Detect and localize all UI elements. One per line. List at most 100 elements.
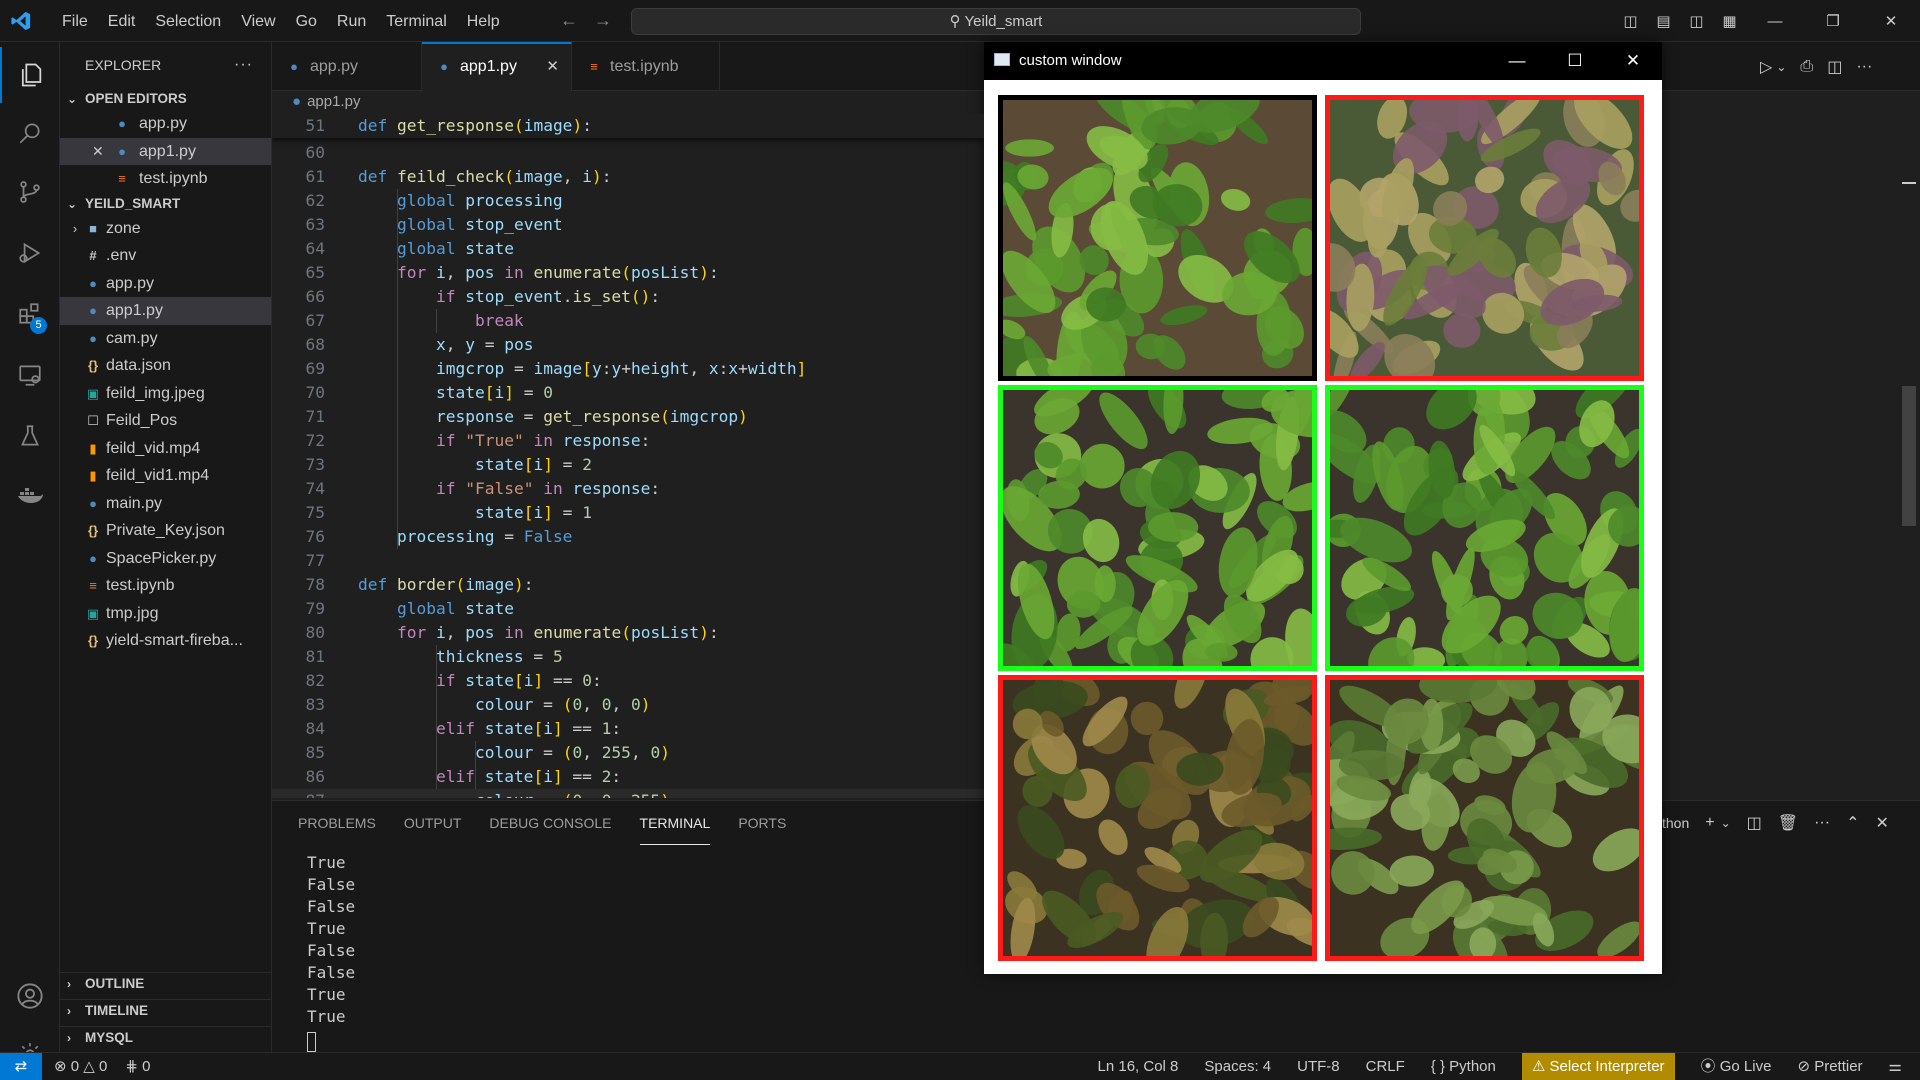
bell-icon[interactable]: ⚌ [1889,1053,1902,1080]
scrollbar-thumb[interactable] [1902,386,1916,526]
prettier-button[interactable]: ⊘ Prettier [1797,1053,1862,1080]
split-editor-icon[interactable]: ◫ [1827,57,1842,77]
explorer-icon[interactable] [0,47,60,103]
remote-indicator-icon[interactable]: ⇄ [0,1053,42,1080]
maximize-panel-icon[interactable]: ⌃ [1846,813,1859,833]
forward-arrow-icon[interactable]: → [594,10,612,31]
file-item[interactable]: {} Private_Key.json [60,517,271,545]
restore-icon[interactable]: ❐ [1804,12,1862,30]
print-icon[interactable]: ⎙ [1800,58,1813,76]
chevron-down-icon[interactable]: ⌄ [1776,60,1786,74]
go-live-button[interactable]: ⦿ Go Live [1701,1053,1772,1080]
code-line[interactable]: 86 elif state[i] == 2: [272,765,984,789]
code-line[interactable]: 63 global stop_event [272,213,984,237]
command-center[interactable]: ⚲ Yeild_smart [631,8,1361,35]
project-section[interactable]: ⌄ YEILD_SMART [60,193,271,215]
customize-layout-icon[interactable]: ▦ [1713,12,1746,30]
account-icon[interactable] [0,968,60,1024]
run-icon[interactable]: ▷ [1760,57,1772,77]
code-line[interactable]: 79 global state [272,597,984,621]
file-item[interactable]: ▣ feild_img.jpeg [60,380,271,408]
code-line[interactable]: 66 if stop_event.is_set(): [272,285,984,309]
minimize-icon[interactable]: — [1488,42,1546,80]
code-line[interactable]: 77 [272,549,984,573]
code-line[interactable]: 85 colour = (0, 255, 0) [272,741,984,765]
code-line[interactable]: 67 break [272,309,984,333]
file-item[interactable]: ▮ feild_vid1.mp4 [60,462,271,490]
file-item[interactable]: {} data.json [60,352,271,380]
file-item[interactable]: # .env [60,242,271,270]
file-item[interactable]: ● cam.py [60,325,271,353]
menu-help[interactable]: Help [457,0,510,42]
editor-scrollbar[interactable] [1902,114,1916,798]
tab-app1-py[interactable]: ● app1.py ✕ [422,42,572,91]
custom-window-titlebar[interactable]: custom window — ☐ ✕ [984,42,1662,80]
line-ending[interactable]: CRLF [1366,1053,1405,1080]
mysql-section[interactable]: › MYSQL [60,1026,272,1048]
close-icon[interactable]: ✕ [92,138,104,166]
code-line[interactable]: 60 [272,141,984,165]
back-arrow-icon[interactable]: ← [560,10,578,31]
open-editor-item[interactable]: ✕ ● app1.py [60,137,271,166]
code-editor[interactable]: 51 def get_response(image): 60 61 def feild_… [272,114,984,798]
code-line[interactable]: 78 def border(image): [272,573,984,597]
tab-test-ipynb[interactable]: ≡ test.ipynb [572,42,720,91]
trash-icon[interactable]: 🗑 [1778,813,1798,833]
file-item[interactable]: ▮ feild_vid.mp4 [60,435,271,463]
menu-terminal[interactable]: Terminal [376,0,456,42]
code-line[interactable]: 82 if state[i] == 0: [272,669,984,693]
more-actions-icon[interactable]: ··· [1856,58,1872,76]
menu-go[interactable]: Go [286,0,327,42]
file-item[interactable]: ● main.py [60,490,271,518]
remote-explorer-icon[interactable] [0,347,60,403]
code-line[interactable]: 71 response = get_response(imgcrop) [272,405,984,429]
select-interpreter-button[interactable]: ⚠ Select Interpreter [1521,1053,1675,1080]
menu-view[interactable]: View [231,0,285,42]
tab-debug-console[interactable]: DEBUG CONSOLE [489,801,611,845]
run-debug-icon[interactable] [0,225,60,281]
close-panel-icon[interactable]: ✕ [1875,813,1888,833]
new-terminal-icon[interactable]: + [1705,814,1714,832]
code-line[interactable]: 75 state[i] = 1 [272,501,984,525]
file-item[interactable]: ☐ Feild_Pos [60,407,271,435]
encoding[interactable]: UTF-8 [1297,1053,1340,1080]
timeline-section[interactable]: › TIMELINE [60,999,272,1021]
tab-output[interactable]: OUTPUT [404,801,462,845]
code-line[interactable]: 70 state[i] = 0 [272,381,984,405]
code-line[interactable]: 80 for i, pos in enumerate(posList): [272,621,984,645]
file-item[interactable]: ≡ test.ipynb [60,572,271,600]
open-editor-item[interactable]: ≡ test.ipynb [60,165,271,193]
indentation[interactable]: Spaces: 4 [1204,1053,1271,1080]
terminal-output[interactable]: True False False True False False True True [307,852,355,1052]
code-line[interactable]: 68 x, y = pos [272,333,984,357]
breadcrumb[interactable]: ● app1.py [272,91,360,113]
menu-edit[interactable]: Edit [98,0,146,42]
toggle-primary-sidebar-icon[interactable]: ◫ [1614,12,1647,30]
sticky-scroll-line[interactable]: 51 def get_response(image): [272,114,984,138]
language-mode[interactable]: { } Python [1431,1053,1496,1080]
code-line[interactable]: 83 colour = (0, 0, 0) [272,693,984,717]
ports-indicator[interactable]: ⋕ 0 [125,1053,150,1080]
tab-app-py[interactable]: ● app.py [272,42,422,91]
testing-icon[interactable] [0,408,60,464]
code-line[interactable]: 74 if "False" in response: [272,477,984,501]
tab-terminal[interactable]: TERMINAL [639,801,711,845]
custom-window[interactable]: custom window — ☐ ✕ [984,42,1662,974]
toggle-secondary-sidebar-icon[interactable]: ◫ [1680,12,1713,30]
code-line[interactable]: 64 global state [272,237,984,261]
code-line[interactable]: 81 thickness = 5 [272,645,984,669]
close-icon[interactable]: ✕ [1862,12,1920,30]
close-icon[interactable]: ✕ [546,44,559,89]
docker-icon[interactable] [0,467,60,523]
search-icon[interactable] [0,105,60,161]
code-line[interactable]: 72 if "True" in response: [272,429,984,453]
code-line[interactable]: 87 colour = (0, 0, 255) [272,789,984,798]
outline-section[interactable]: › OUTLINE [60,972,272,994]
terminal-shell-label[interactable]: thon [1662,815,1689,831]
tab-problems[interactable]: PROBLEMS [298,801,376,845]
open-editor-item[interactable]: ● app.py [60,110,271,138]
chevron-down-icon[interactable]: ⌄ [1721,816,1731,830]
maximize-icon[interactable]: ☐ [1546,42,1604,80]
code-line[interactable]: 84 elif state[i] == 1: [272,717,984,741]
close-icon[interactable]: ✕ [1604,42,1662,80]
